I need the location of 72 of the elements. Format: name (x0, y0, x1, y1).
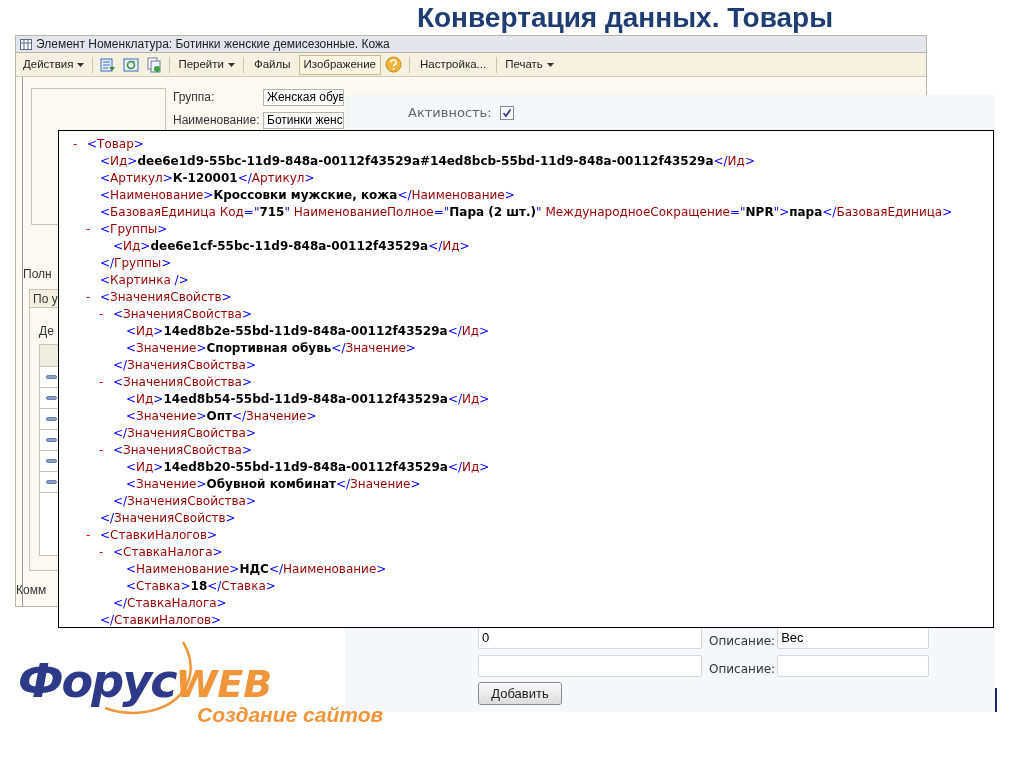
help-icon[interactable] (383, 54, 404, 75)
text-field[interactable] (478, 655, 702, 677)
minus-icon (46, 459, 57, 463)
caret-icon (227, 62, 235, 67)
xml-line: <Группы> (100, 221, 168, 238)
xml-line: <Ид>14ed8b20-55bd-11d9-848a-00112f43529a</Ид> (126, 459, 490, 476)
xml-line: <Артикул>К-120001</Артикул> (100, 170, 315, 187)
field-label: Описание: (709, 633, 776, 650)
menu-button[interactable]: Действия (20, 54, 88, 75)
field-label: Группа: (173, 89, 216, 106)
minus-icon (46, 438, 57, 442)
collapse-toggle[interactable]: - (99, 374, 104, 391)
xml-line: <ЗначенияСвойства> (113, 442, 252, 459)
field-label: Активность: (408, 104, 492, 122)
xml-line: </ЗначенияСвойств> (100, 510, 236, 527)
xml-line: <Наименование>Кроссовки мужские, кожа</Наименование> (100, 187, 515, 204)
collapse-toggle[interactable]: - (99, 544, 104, 561)
xml-line: <Наименование>НДС</Наименование> (126, 561, 387, 578)
xml-line: <БазоваяЕдиница Код="715" НаименованиеПолное="Пара (2 шт.)" МеждународноеСокращение="NPR">пара</БазоваяЕдиница> (100, 204, 953, 221)
slide-title: Конвертация данных. Товары (415, 1, 835, 34)
xml-line: </Группы> (100, 255, 172, 272)
add-button[interactable]: Добавить (478, 682, 562, 705)
collapse-toggle[interactable]: - (86, 527, 91, 544)
xml-line: <Ид>14ed8b54-55bd-11d9-848a-00112f43529a</Ид> (126, 391, 490, 408)
field-label: Комм (16, 582, 47, 599)
xml-line: <ЗначенияСвойства> (113, 306, 252, 323)
collapse-toggle[interactable]: - (99, 306, 104, 323)
xml-line: <СтавкиНалогов> (100, 527, 218, 544)
xml-line: </СтавкаНалога> (113, 595, 227, 612)
text-field[interactable]: Вес (777, 627, 930, 649)
collapse-toggle[interactable]: - (99, 442, 104, 459)
collapse-toggle[interactable]: - (86, 289, 91, 306)
xml-line: </ЗначенияСвойства> (113, 357, 256, 374)
xml-line: <Ид>dee6e1cf-55bc-11d9-848a-00112f43529a</Ид> (113, 238, 470, 255)
collapse-toggle[interactable]: - (73, 136, 78, 153)
minus-icon (46, 480, 57, 484)
xml-line: </СтавкиНалогов> (100, 612, 222, 627)
xml-line: </ЗначенияСвойства> (113, 493, 256, 510)
collapse-toggle[interactable]: - (86, 221, 91, 238)
minus-icon (46, 417, 57, 421)
field-label: Полн (23, 266, 52, 283)
panel-label: Де (39, 323, 54, 340)
xml-line: <ЗначенияСвойства> (113, 374, 252, 391)
text-field[interactable] (777, 655, 930, 677)
menu-button[interactable]: Перейти (175, 54, 238, 75)
caret-icon (546, 62, 554, 67)
tagline: Создание сайтов (197, 704, 384, 725)
xml-line: <Значение>Опт</Значение> (126, 408, 317, 425)
xml-line: <Значение>Обувной комбинат</Значение> (126, 476, 421, 493)
minus-icon (46, 375, 57, 379)
xml-line: <Товар> (87, 136, 144, 153)
field-label: Описание: (709, 661, 776, 678)
xml-line: <Ид>dee6e1d9-55bc-11d9-848a-00112f43529a#14ed8bcb-55bd-11d9-848a-00112f43529a</Ид> (100, 153, 755, 170)
grid-icon (20, 38, 32, 50)
minus-icon (46, 396, 57, 400)
toolbar-button[interactable]: Настройка... (414, 54, 492, 75)
xml-line: <Картинка /> (100, 272, 189, 289)
xml-line: <ЗначенияСвойств> (100, 289, 232, 306)
text-field[interactable]: Ботинки женс (263, 111, 344, 129)
checkbox[interactable] (499, 105, 514, 120)
xml-line: <СтавкаНалога> (113, 544, 223, 561)
caret-icon (77, 62, 85, 67)
menu-button[interactable]: Печать (502, 54, 557, 75)
toolbar-button[interactable]: Файлы (248, 54, 296, 75)
toolbar-button[interactable]: Изображение (298, 54, 381, 75)
window-title: Элемент Номенклатура: Ботинки женские демисезонные. Кожа (36, 36, 390, 53)
xml-line: <Ид>14ed8b2e-55bd-11d9-848a-00112f43529a</Ид> (126, 323, 490, 340)
text-field[interactable]: 0 (478, 627, 702, 649)
xml-line: <Значение>Спортивная обувь</Значение> (126, 340, 416, 357)
xml-line: <Ставка>18</Ставка> (126, 578, 276, 595)
xml-line: </ЗначенияСвойства> (113, 425, 256, 442)
field-label: Наименование: (173, 112, 261, 129)
